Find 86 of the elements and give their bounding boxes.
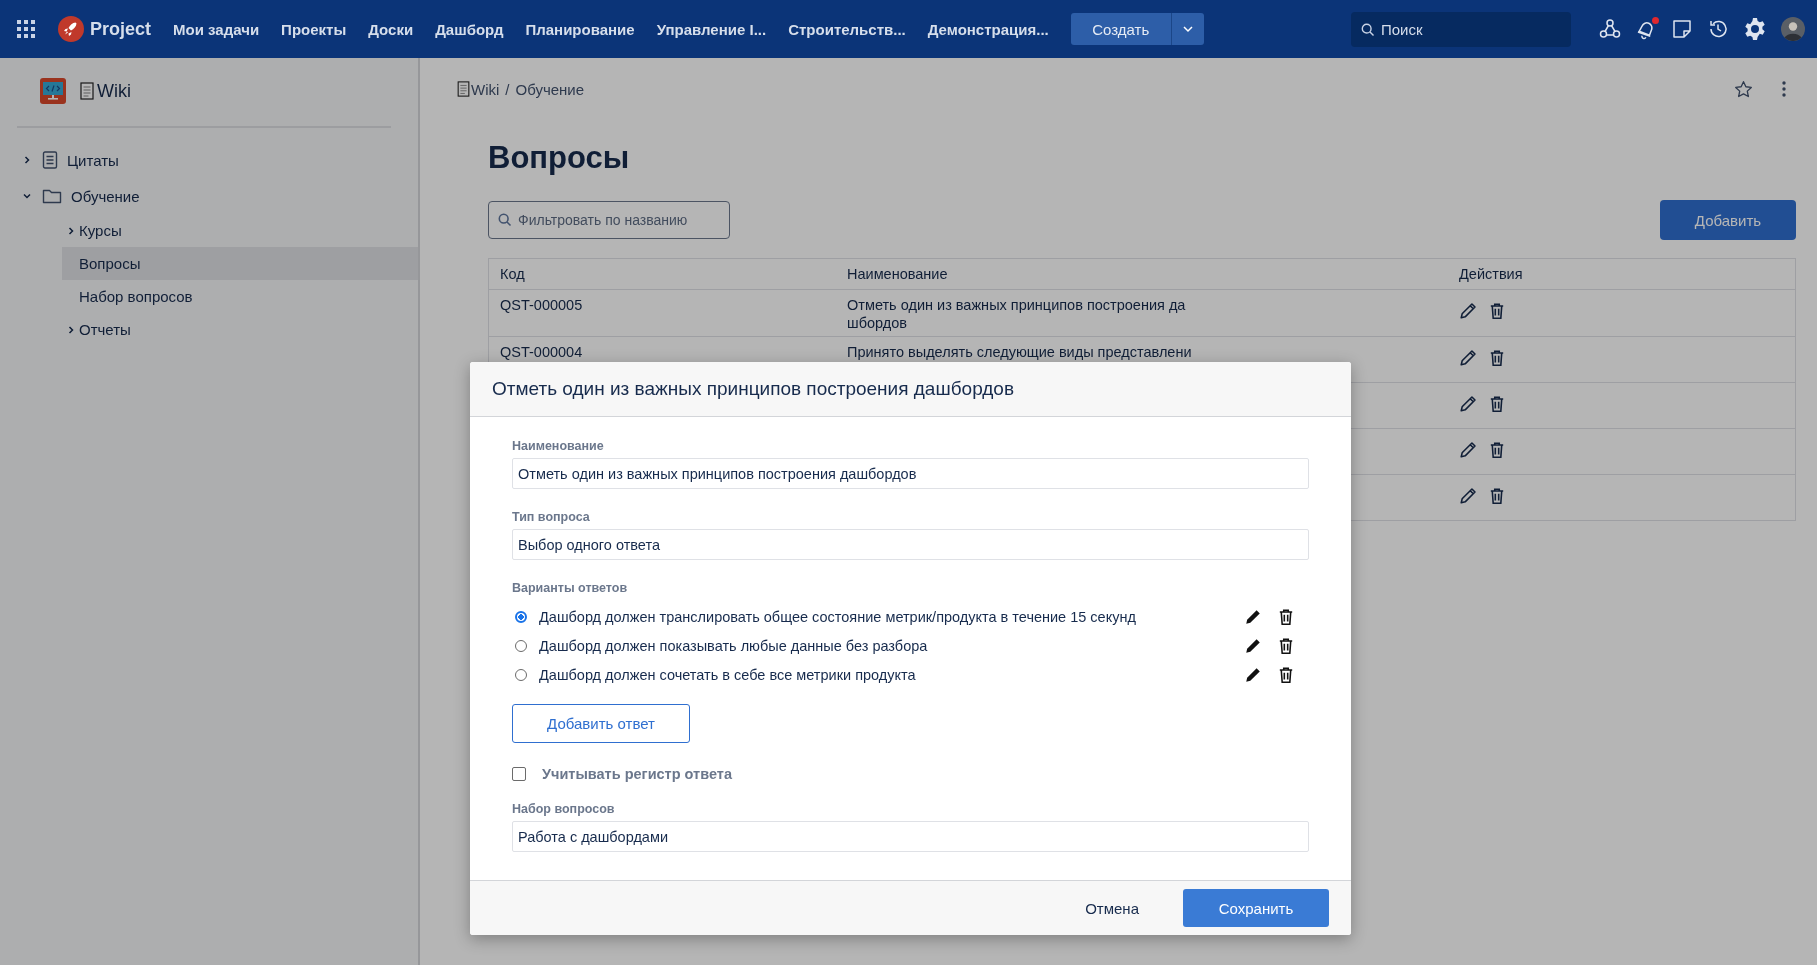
- tree-item[interactable]: Набор вопросов: [62, 280, 418, 313]
- nav-link[interactable]: Доски: [368, 20, 414, 38]
- answer-text: Дашборд должен показывать любые данные без разбора: [539, 637, 929, 654]
- edit-icon[interactable]: [1244, 636, 1262, 655]
- table-cell-text: Отметь один из важных принципов построения дашбордов: [847, 296, 1187, 332]
- edit-icon[interactable]: [1459, 487, 1477, 505]
- rocket-logo-icon[interactable]: [58, 16, 84, 42]
- checkbox-label[interactable]: Учитывать регистр ответа: [542, 766, 732, 782]
- breadcrumb-link[interactable]: Wiki: [471, 80, 500, 98]
- more-icon[interactable]: [1781, 80, 1787, 98]
- create-button[interactable]: Создать: [1070, 13, 1171, 45]
- answer-text: Дашборд должен транслировать общее состояние метрик/продукта в течение 15 секунд: [539, 608, 1137, 625]
- checkbox[interactable]: [512, 767, 526, 781]
- tree-item[interactable]: Цитаты: [0, 142, 418, 178]
- field-label: Набор вопросов: [512, 802, 615, 816]
- add-button[interactable]: Добавить: [1660, 200, 1796, 240]
- trash-icon[interactable]: [1488, 441, 1506, 459]
- trash-icon[interactable]: [1277, 607, 1295, 626]
- edit-icon[interactable]: [1459, 395, 1477, 413]
- answer-text: Дашборд должен сочетать в себе все метрики продукта: [539, 666, 917, 683]
- trash-icon[interactable]: [1488, 349, 1506, 367]
- folder-icon: [42, 188, 62, 204]
- nav-link[interactable]: Строительств...: [788, 20, 906, 38]
- app-name[interactable]: Project: [90, 18, 152, 40]
- text-field[interactable]: Отметь один из важных принципов построения дашбордов: [512, 458, 1309, 489]
- avatar[interactable]: [1781, 17, 1805, 41]
- notebook-icon: [80, 82, 94, 100]
- table-cell: QST-000005: [500, 297, 583, 313]
- trash-icon[interactable]: [1277, 665, 1295, 684]
- search-icon[interactable]: [1361, 22, 1375, 37]
- edit-icon[interactable]: [1244, 607, 1262, 626]
- search-icon[interactable]: [498, 213, 512, 227]
- chevron-right-icon[interactable]: [66, 324, 76, 335]
- page-title: Вопросы: [488, 140, 631, 176]
- field-label: Тип вопроса: [512, 510, 590, 524]
- trash-icon[interactable]: [1488, 395, 1506, 413]
- field-label: Наименование: [512, 439, 604, 453]
- tree-item[interactable]: Отчеты: [62, 313, 418, 346]
- text-field[interactable]: Работа с дашбордами: [512, 821, 1309, 852]
- create-dropdown-button[interactable]: [1170, 13, 1204, 45]
- save-button[interactable]: Сохранить: [1183, 889, 1329, 927]
- radio-button[interactable]: [515, 610, 527, 623]
- column-header: Наименование: [836, 258, 1448, 290]
- nav-link[interactable]: Планирование: [525, 20, 635, 38]
- nav-link[interactable]: Дашборд: [435, 20, 504, 38]
- breadcrumb-separator: /: [505, 80, 510, 98]
- tree-item[interactable]: Вопросы: [62, 247, 418, 280]
- edit-icon[interactable]: [1459, 302, 1477, 320]
- column-header: Действия: [1448, 258, 1796, 290]
- nav-link[interactable]: Проекты: [281, 20, 347, 38]
- edit-icon[interactable]: [1459, 349, 1477, 367]
- share-nodes-icon[interactable]: [1599, 18, 1621, 40]
- chevron-right-icon[interactable]: [66, 225, 76, 236]
- nav-link[interactable]: Управление I...: [656, 20, 767, 38]
- trash-icon[interactable]: [1488, 302, 1506, 320]
- space-title[interactable]: Wiki: [97, 80, 131, 102]
- caret-icon[interactable]: [1181, 23, 1194, 35]
- monitor-code-icon: [40, 78, 66, 104]
- nav-link[interactable]: Демонстрация...: [927, 20, 1049, 38]
- cancel-button[interactable]: Отмена: [1079, 898, 1145, 918]
- chevron-right-icon[interactable]: [22, 155, 32, 165]
- nav-link[interactable]: Мои задачи: [173, 20, 260, 38]
- trash-icon[interactable]: [1488, 487, 1506, 505]
- chevron-down-icon[interactable]: [22, 191, 32, 201]
- breadcrumb-link[interactable]: Обучение: [515, 80, 585, 98]
- edit-icon[interactable]: [1244, 665, 1262, 684]
- add-answer-button[interactable]: Добавить ответ: [512, 704, 690, 743]
- field-label: Варианты ответов: [512, 581, 628, 595]
- history-icon[interactable]: [1707, 18, 1729, 40]
- note-icon[interactable]: [1671, 18, 1693, 40]
- table-cell: QST-000004: [500, 344, 583, 360]
- star-icon[interactable]: [1734, 79, 1753, 99]
- trash-icon[interactable]: [1277, 636, 1295, 655]
- search-field[interactable]: Поиск: [1351, 11, 1571, 47]
- app-grid-icon[interactable]: [17, 20, 35, 38]
- text-field[interactable]: Выбор одного ответа: [512, 529, 1309, 560]
- notebook-icon: [457, 81, 470, 97]
- column-header: Код: [488, 258, 836, 290]
- edit-icon[interactable]: [1459, 441, 1477, 459]
- table-cell: Принято выделять следующие виды представлени: [847, 343, 1192, 361]
- dialog-title: Отметь один из важных принципов построения дашбордов: [492, 378, 1014, 400]
- tree-item[interactable]: Курсы: [62, 214, 418, 247]
- settings-icon[interactable]: [1743, 17, 1767, 41]
- tree-item[interactable]: Обучение: [0, 178, 418, 214]
- filter-field[interactable]: Фильтровать по названию: [488, 201, 730, 239]
- document-icon: [42, 151, 58, 169]
